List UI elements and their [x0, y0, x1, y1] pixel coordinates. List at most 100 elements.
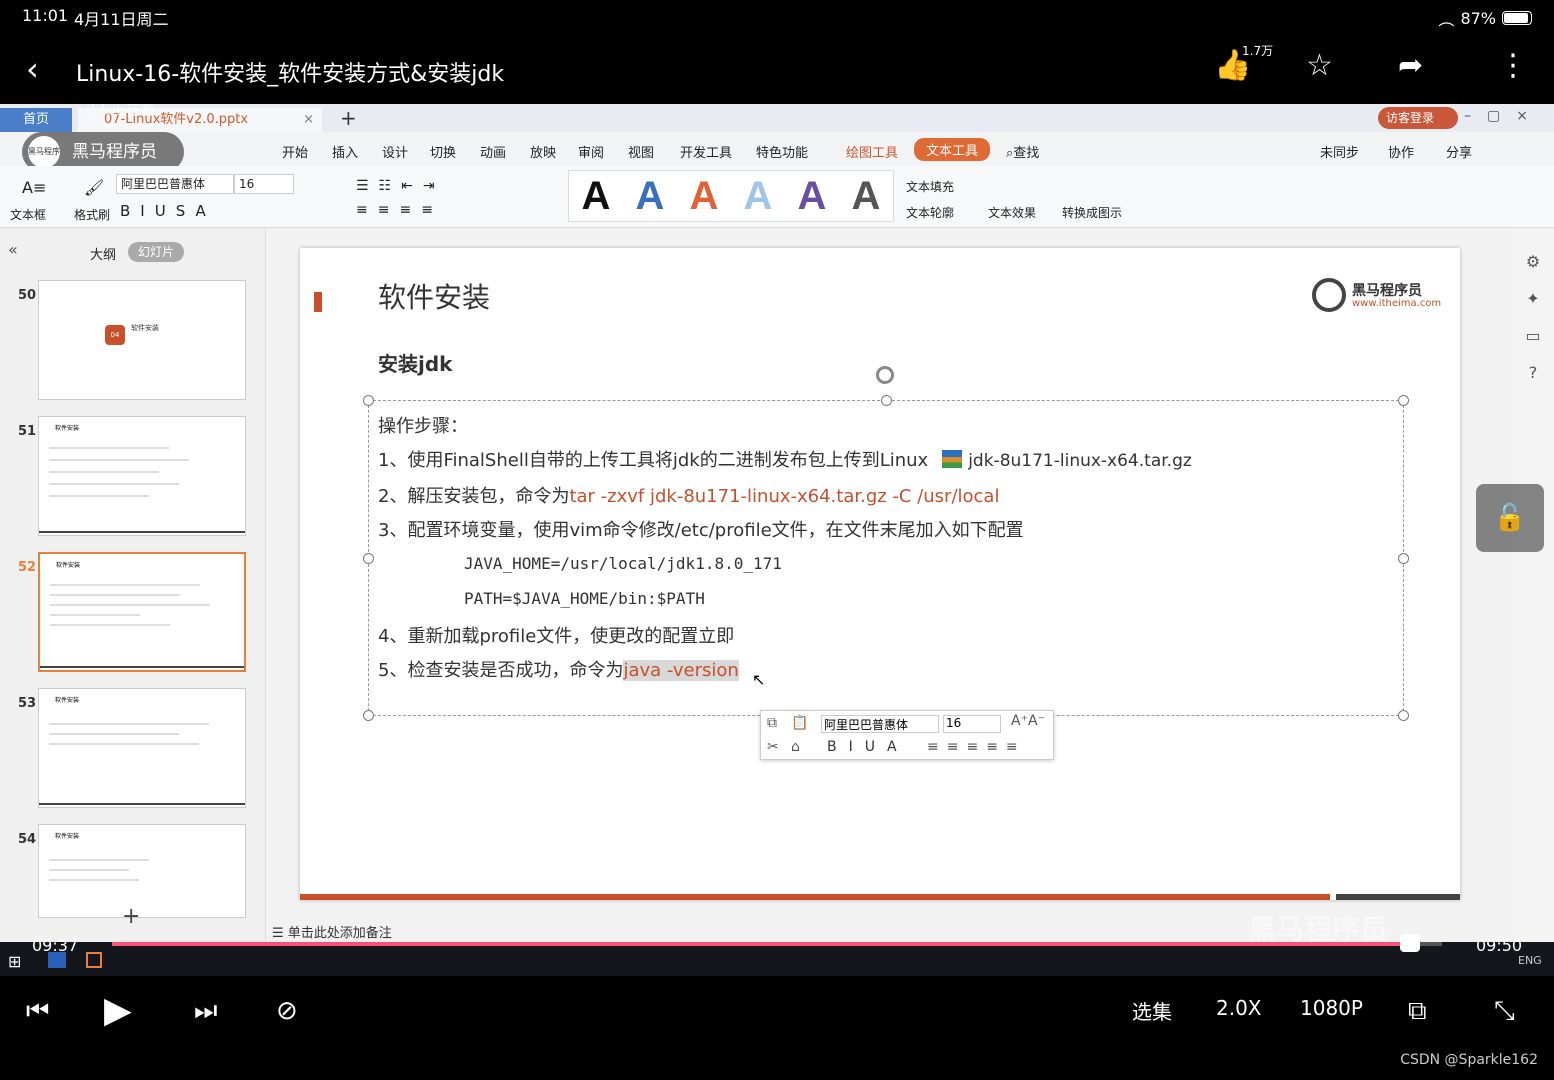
menu-item-animation[interactable]: 动画	[480, 142, 506, 161]
window-controls[interactable]: –▢×	[1464, 108, 1544, 124]
star-icon[interactable]: ☆	[1306, 48, 1333, 83]
float-align-buttons[interactable]: ≡≡≡≡≡	[927, 739, 1026, 755]
speed-button[interactable]: 2.0X	[1216, 996, 1262, 1020]
menu-item-view[interactable]: 视图	[628, 142, 654, 161]
screen-lock-button[interactable]: 🔓	[1476, 484, 1544, 552]
quality-button[interactable]: 1080P	[1300, 996, 1363, 1020]
align-buttons[interactable]: ≡≡≡≡	[356, 202, 443, 218]
float-text-format-buttons[interactable]: BIUA	[827, 739, 909, 755]
config-line-1: JAVA_HOME=/usr/local/jdk1.8.0_171	[464, 554, 782, 573]
resize-handle[interactable]	[363, 553, 374, 564]
copy-icon[interactable]: ⧉	[767, 715, 777, 731]
slide-thumbnail-selected[interactable]: 软件安装	[38, 552, 246, 672]
pin-icon[interactable]: ✦	[1512, 289, 1554, 308]
archive-icon	[942, 450, 963, 468]
close-icon[interactable]: ×	[303, 108, 314, 132]
cut-icon[interactable]: ✂	[767, 739, 779, 755]
text-style-option[interactable]: A	[852, 174, 881, 219]
paste-icon[interactable]: 📋	[791, 715, 808, 731]
menu-item-insert[interactable]: 插入	[332, 142, 358, 161]
collaborate-button[interactable]: 协作	[1388, 142, 1414, 161]
video-title-bar: ‹ Linux-16-软件安装_软件安装方式&安装jdk 👍 1.7万 ☆ ➦ …	[0, 32, 1554, 104]
menu-item-design[interactable]: 设计	[382, 142, 408, 161]
tab-outline[interactable]: 大纲	[90, 244, 116, 263]
font-size-select[interactable]: 16	[234, 174, 294, 194]
text-style-option[interactable]: A	[582, 174, 611, 219]
unlock-icon: 🔓	[1493, 503, 1527, 533]
menu-item-draw-tools[interactable]: 绘图工具	[846, 142, 898, 161]
progress-knob-icon[interactable]	[1400, 934, 1421, 952]
sync-status[interactable]: 未同步	[1320, 142, 1359, 161]
resize-handle[interactable]	[363, 710, 374, 721]
format-brush-icon[interactable]: ⌂	[791, 739, 800, 755]
add-slide-icon[interactable]: +	[122, 904, 140, 929]
menu-item-transition[interactable]: 切换	[430, 142, 456, 161]
float-size-select[interactable]: 16	[943, 715, 1001, 733]
slide-thumbnail[interactable]: 软件安装	[38, 824, 246, 918]
thumb-title: 软件安装	[55, 697, 80, 704]
menu-item-developer[interactable]: 开发工具	[680, 142, 732, 161]
font-family-select[interactable]: 阿里巴巴普惠体	[116, 174, 234, 194]
slide-thumbnail[interactable]: 软件安装	[38, 688, 246, 808]
menu-item-review[interactable]: 审阅	[578, 142, 604, 161]
share-icon[interactable]: ➦	[1398, 48, 1423, 83]
video-progress-bar[interactable]	[112, 934, 1442, 952]
step-5-command-selected[interactable]: java -version	[623, 660, 739, 681]
menu-item-text-tools[interactable]: 文本工具	[914, 138, 991, 161]
new-tab-icon[interactable]: +	[340, 106, 357, 130]
previous-icon[interactable]: ⏮	[26, 996, 49, 1027]
windows-start-icon: ⊞	[8, 952, 22, 971]
next-icon[interactable]: ⏭	[194, 996, 217, 1027]
slide-thumbnail[interactable]: 软件安装	[38, 416, 246, 536]
notes-icon: ☰	[272, 926, 288, 941]
settings-icon[interactable]: ⚙	[1512, 252, 1554, 271]
convert-diagram-button[interactable]: 转换成图示	[1062, 204, 1122, 221]
tab-slides[interactable]: 幻灯片	[128, 242, 184, 262]
title-marker	[314, 292, 322, 312]
resize-handle[interactable]	[1398, 710, 1409, 721]
resize-handle[interactable]	[1398, 395, 1409, 406]
search-button[interactable]: ⌕查找	[1006, 142, 1039, 161]
wifi-icon: ︵	[1438, 10, 1455, 29]
menu-bar: 开始 插入 设计 切换 动画 放映 审阅 视图 开发工具 特色功能 绘图工具 文…	[0, 132, 1554, 166]
text-style-option[interactable]: A	[744, 174, 773, 219]
menu-item-slideshow[interactable]: 放映	[530, 142, 556, 161]
resize-handle[interactable]	[1398, 553, 1409, 564]
step-1-file: jdk-8u171-linux-x64.tar.gz	[968, 451, 1192, 471]
slideshow-icon[interactable]: ▭	[1512, 326, 1554, 345]
text-effect-button[interactable]: 文本效果	[988, 204, 1036, 221]
episodes-button[interactable]: 选集	[1132, 996, 1172, 1025]
format-brush-button[interactable]: 格式刷	[74, 206, 110, 223]
more-icon[interactable]: ⋮	[1498, 48, 1528, 83]
text-style-option[interactable]: A	[690, 174, 719, 219]
format-brush-icon[interactable]: 🖌	[84, 178, 104, 197]
visitor-login-button[interactable]: 访客登录	[1378, 107, 1458, 129]
text-fill-button[interactable]: 文本填充	[906, 178, 954, 195]
text-format-buttons[interactable]: BIUSA	[120, 202, 216, 220]
danmaku-icon[interactable]: ⊘	[276, 996, 298, 1026]
help-icon[interactable]: ?	[1512, 363, 1554, 382]
slide-thumbnail[interactable]: 04 软件安装	[38, 280, 246, 400]
slide-number: 53	[18, 696, 37, 711]
tab-home[interactable]: 首页	[0, 108, 72, 132]
exit-fullscreen-icon[interactable]: ⤡	[1494, 996, 1515, 1027]
share-button[interactable]: 分享	[1446, 142, 1472, 161]
play-icon[interactable]: ▶	[104, 990, 132, 1031]
text-outline-button[interactable]: 文本轮廓	[906, 204, 954, 221]
notes-area[interactable]: ☰ 单击此处添加备注	[272, 922, 392, 941]
resize-handle[interactable]	[363, 395, 374, 406]
font-grow-icon[interactable]: A⁺A⁻	[1011, 713, 1045, 729]
text-style-option[interactable]: A	[798, 174, 827, 219]
rotate-handle[interactable]	[876, 366, 894, 384]
list-buttons[interactable]: ☰☷⇤⇥	[356, 178, 445, 194]
menu-item-features[interactable]: 特色功能	[756, 142, 808, 161]
textbox-icon[interactable]: A≡	[22, 178, 46, 197]
collapse-pane-icon[interactable]: «	[8, 240, 18, 259]
textbox-button[interactable]: 文本框	[10, 206, 46, 223]
text-style-option[interactable]: A	[636, 174, 665, 219]
menu-item-start[interactable]: 开始	[282, 142, 308, 161]
resize-handle[interactable]	[881, 395, 892, 406]
pip-icon[interactable]: ⧉	[1408, 996, 1427, 1027]
back-icon[interactable]: ‹	[26, 50, 39, 88]
float-font-select[interactable]: 阿里巴巴普惠体	[821, 715, 939, 733]
